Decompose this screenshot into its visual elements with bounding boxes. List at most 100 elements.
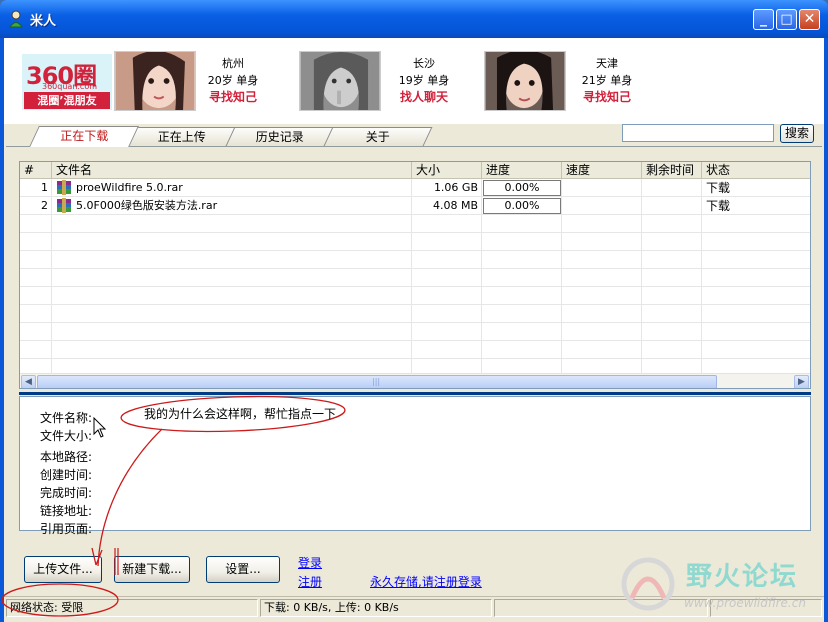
column-header[interactable]: 剩余时间 [642,162,702,179]
grid-line [20,341,810,359]
column-header[interactable]: # [20,162,52,179]
list-body: 1 proeWildfire 5.0.rar 1.06 GB 0.00% 下载 … [20,179,810,377]
progress-bar: 0.00% [483,198,561,214]
grid-line [20,305,810,323]
search-button[interactable]: 搜索 [780,124,814,143]
grid-line [20,323,810,341]
grid-line [20,215,810,233]
detail-label-link: 链接地址: [40,504,93,518]
profile-action[interactable]: 找人聊天 [379,89,469,106]
grid-line [20,251,810,269]
chevron-right-icon: ▶ [798,377,805,387]
profile-card[interactable]: 天津 21岁 单身 寻找知己 [562,55,652,106]
list-header: # 文件名 大小 进度 速度 剩余时间 状态 [20,162,810,179]
detail-label-name: 文件名称: [40,411,93,425]
scroll-left-button[interactable]: ◀ [21,375,36,388]
network-status: 网络状态: 受限 [6,599,258,617]
download-list[interactable]: # 文件名 大小 进度 速度 剩余时间 状态 1 proeWildfire 5.… [19,161,811,389]
table-row[interactable]: 2 5.0F000绿色版安装方法.rar 4.08 MB 0.00% 下载 [20,197,810,215]
settings-button[interactable]: 设置... [206,556,280,583]
file-name: proeWildfire 5.0.rar [76,181,183,194]
logo-url: 360quan.com [42,82,98,91]
profile-action[interactable]: 寻找知己 [188,89,278,106]
horizontal-scrollbar[interactable]: ◀ ||| ▶ [20,373,810,388]
grid-line [20,233,810,251]
profile-photo[interactable] [484,51,566,111]
tab-label: 关于 [365,130,390,144]
window-title: 米人 [30,14,57,29]
permanent-storage-link[interactable]: 永久存储,请注册登录 [370,573,482,590]
column-header[interactable]: 进度 [482,162,562,179]
close-button[interactable]: ✕ [799,9,820,30]
maximize-button[interactable]: □ [776,9,797,30]
speed [566,197,638,215]
table-row[interactable]: 1 proeWildfire 5.0.rar 1.06 GB 0.00% 下载 [20,179,810,197]
grip-icon: ||| [372,377,381,386]
tab-uploading[interactable]: 正在上传 [127,127,237,146]
tab-downloading[interactable]: 正在下载 [29,126,139,147]
profile-photo[interactable] [114,51,196,111]
column-header[interactable]: 状态 [702,162,810,179]
progress-bar: 0.00% [483,180,561,196]
status: 下载 [706,181,731,195]
profile-action[interactable]: 寻找知己 [562,89,652,106]
title-bar[interactable]: 米人 _ □ ✕ [0,0,828,38]
search-input[interactable] [622,124,774,142]
profile-card[interactable]: 杭州 20岁 单身 寻找知己 [188,55,278,106]
profile-age-status: 21岁 单身 [581,74,633,87]
column-header[interactable]: 大小 [412,162,482,179]
client-area: 360圈 360quan.com 混圈’混朋友 杭州 20岁 单身 寻找知己 长… [4,38,824,622]
panel-splitter[interactable] [19,392,811,395]
ad-logo[interactable]: 360圈 360quan.com 混圈’混朋友 [22,54,112,110]
rar-archive-icon [57,180,71,195]
status-pane-empty [710,599,822,617]
row-index: 1 [41,181,48,194]
column-line [411,179,412,373]
annotation-note: 我的为什么会这样啊，帮忙指点一下 [144,407,337,421]
scroll-right-button[interactable]: ▶ [794,375,809,388]
detail-label-referrer: 引用页面: [40,522,93,536]
login-link[interactable]: 登录 [298,554,322,571]
ad-banner[interactable]: 360圈 360quan.com 混圈’混朋友 杭州 20岁 单身 寻找知己 长… [4,38,824,124]
grid-line [20,269,810,287]
profile-age-status: 20岁 单身 [207,74,259,87]
grid-line [20,287,810,305]
minimize-icon: _ [760,11,767,27]
upload-file-button[interactable]: 上传文件... [24,556,102,583]
remaining-time [646,179,700,197]
speed [566,179,638,197]
tab-history[interactable]: 历史记录 [225,127,335,146]
close-icon: ✕ [803,11,816,27]
tab-label: 正在上传 [157,130,206,144]
profile-photo[interactable] [299,51,381,111]
profile-age-status: 19岁 单身 [398,74,450,87]
column-header[interactable]: 速度 [562,162,642,179]
column-header[interactable]: 文件名 [52,162,412,179]
profile-card[interactable]: 长沙 19岁 单身 找人聊天 [379,55,469,106]
scrollbar-thumb[interactable]: ||| [37,375,717,388]
column-line [481,179,482,373]
status-bar: 网络状态: 受限 下载: 0 KB/s, 上传: 0 KB/s [4,596,824,618]
app-icon [9,10,23,28]
tab-label: 历史记录 [255,130,304,144]
column-line [641,179,642,373]
detail-label-path: 本地路径: [40,450,93,464]
minimize-button[interactable]: _ [753,9,774,30]
profile-city: 天津 [596,57,618,70]
tab-panel: # 文件名 大小 进度 速度 剩余时间 状态 1 proeWildfire 5.… [6,146,822,622]
tab-label: 正在下载 [60,129,109,143]
file-size: 4.08 MB [432,199,478,212]
profile-city: 长沙 [413,57,435,70]
tab-about[interactable]: 关于 [323,127,433,146]
detail-label-size: 文件大小: [40,429,93,443]
column-line [51,179,52,373]
register-link[interactable]: 注册 [298,573,322,590]
status: 下载 [706,199,731,213]
detail-label-completed: 完成时间: [40,486,93,500]
chevron-left-icon: ◀ [25,377,32,387]
file-details-panel: 文件名称: 文件大小: 本地路径: 创建时间: 完成时间: 链接地址: 引用页面… [19,396,811,536]
logo-slogan: 混圈’混朋友 [24,92,110,109]
new-download-button[interactable]: 新建下载... [114,556,190,583]
maximize-icon: □ [780,12,793,27]
row-index: 2 [41,199,48,212]
